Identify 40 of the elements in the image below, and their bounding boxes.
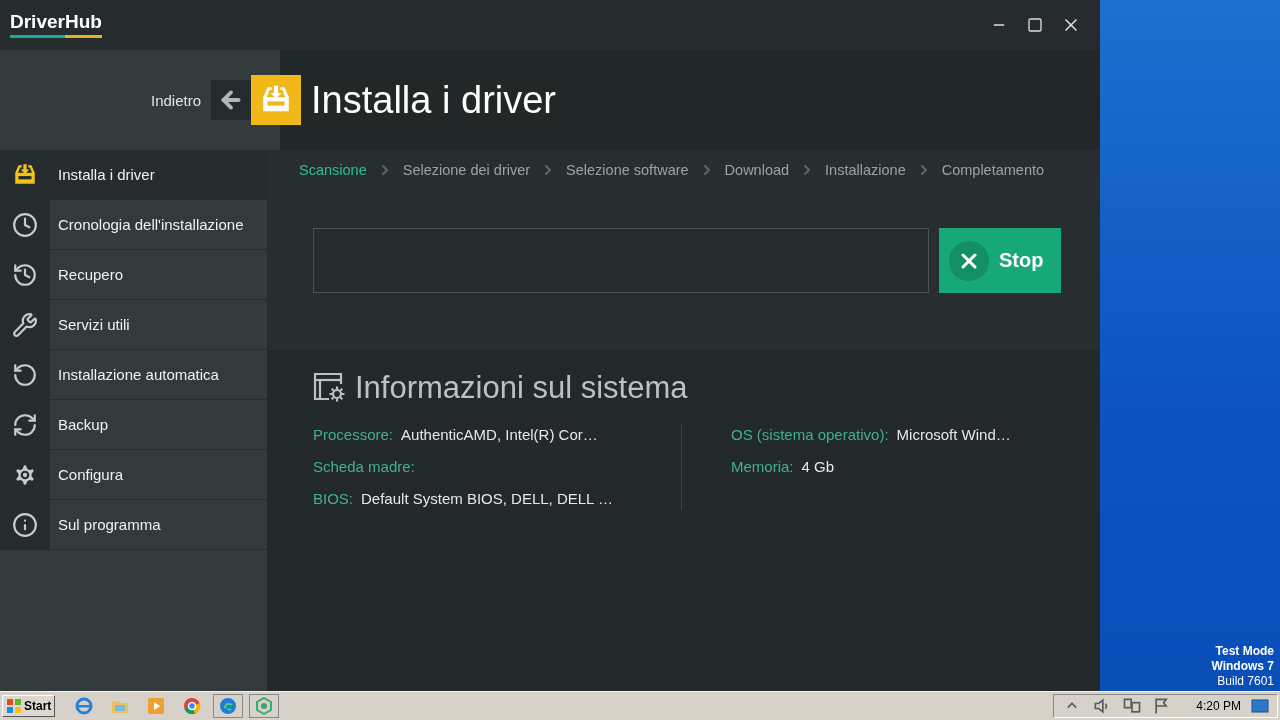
sidebar-item[interactable]: Installa i driver bbox=[0, 150, 267, 200]
step-label: Completamento bbox=[941, 162, 1045, 178]
clock-icon bbox=[12, 211, 38, 238]
app-logo: DriverHub bbox=[10, 12, 102, 38]
info-value: Microsoft Wind… bbox=[896, 425, 1011, 445]
info-label: Memoria: bbox=[731, 457, 794, 477]
step-label: Download bbox=[724, 162, 790, 178]
desktop-text: Windows 7 bbox=[1211, 659, 1274, 674]
info-label: Scheda madre: bbox=[313, 457, 415, 477]
window-gear-icon bbox=[313, 372, 347, 404]
windows-logo-icon bbox=[6, 698, 22, 714]
step-label: Installazione bbox=[825, 162, 906, 178]
info-label: Processore: bbox=[313, 425, 394, 445]
wrench-icon bbox=[12, 311, 38, 338]
sidebar-item[interactable]: Servizi utili bbox=[0, 300, 267, 350]
sidebar-item[interactable]: Sul programma bbox=[0, 500, 267, 550]
start-button[interactable]: Start bbox=[2, 695, 56, 717]
desktop-text: Test Mode bbox=[1215, 644, 1274, 659]
back-button[interactable] bbox=[211, 80, 252, 120]
sidebar-item[interactable]: Backup bbox=[0, 400, 267, 450]
info-label: OS (sistema operativo): bbox=[731, 425, 889, 445]
info-value: Default System BIOS, DELL, DELL … bbox=[361, 489, 614, 509]
step-label: Selezione software bbox=[566, 162, 689, 178]
info-value: 4 Gb bbox=[801, 457, 835, 477]
history-icon bbox=[12, 261, 38, 288]
sidebar-item[interactable]: Installazione automatica bbox=[0, 350, 267, 400]
sidebar-item[interactable]: Cronologia dell'installazione bbox=[0, 200, 267, 250]
section-title: Informazioni sul sistema bbox=[355, 370, 688, 406]
clock-text: 4:20 PM bbox=[1196, 699, 1241, 713]
step-label: Scansione bbox=[299, 162, 367, 178]
info-icon bbox=[12, 511, 38, 538]
page-title: Installa i driver bbox=[311, 78, 557, 122]
step-label: Selezione dei driver bbox=[402, 162, 531, 178]
info-value: AuthenticAMD, Intel(R) Cor… bbox=[401, 425, 598, 445]
sidebar-item[interactable]: Recupero bbox=[0, 250, 267, 300]
maximize-icon[interactable] bbox=[1027, 17, 1043, 33]
desktop-text: Build 7601 bbox=[1217, 674, 1274, 689]
back-label: Indietro bbox=[151, 91, 202, 109]
info-label: BIOS: bbox=[313, 489, 353, 509]
sidebar-item[interactable]: Configura bbox=[0, 450, 267, 500]
